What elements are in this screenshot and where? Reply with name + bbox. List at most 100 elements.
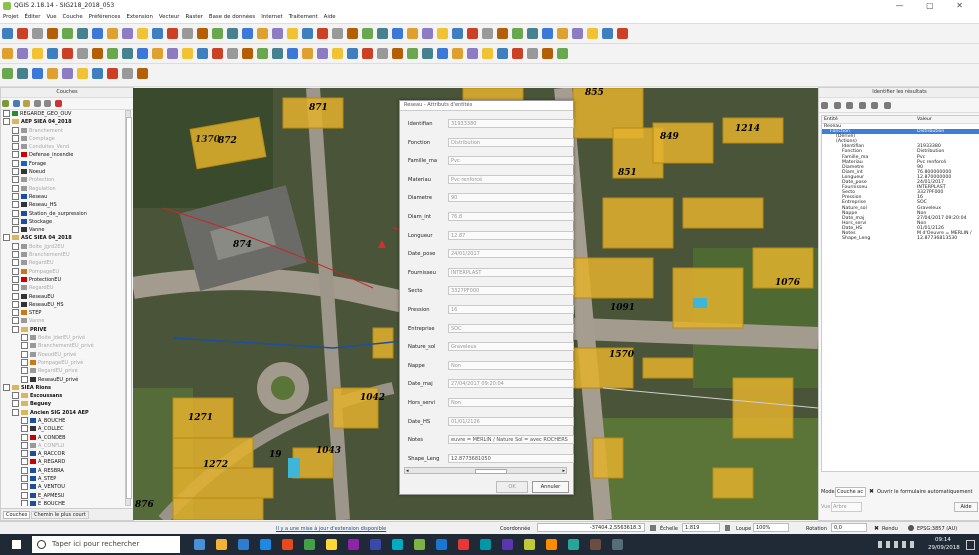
filter-legend-icon[interactable] <box>23 100 31 107</box>
tips-icon[interactable] <box>227 48 238 59</box>
layer-item[interactable]: ReseauEU <box>3 292 121 301</box>
layer-item[interactable]: E_BOUCHE <box>3 499 121 506</box>
layer-checkbox[interactable] <box>12 284 19 292</box>
new-project-icon[interactable] <box>2 28 13 39</box>
layer-item[interactable]: Reseau <box>3 192 121 201</box>
table-icon[interactable] <box>497 28 508 39</box>
layer-checkbox[interactable] <box>3 383 10 391</box>
collapse-tree-icon[interactable] <box>833 102 841 109</box>
rotation-field[interactable]: 0,0 <box>831 523 867 532</box>
taskbar-app-icon[interactable] <box>413 539 425 550</box>
open-icon[interactable] <box>17 28 28 39</box>
taskbar-app-icon[interactable] <box>281 539 293 550</box>
sum-icon[interactable] <box>512 28 523 39</box>
refresh-icon[interactable] <box>137 68 148 79</box>
menu-item[interactable]: Éditer <box>21 12 43 20</box>
save-icon[interactable] <box>332 48 343 59</box>
layer-checkbox[interactable] <box>12 159 19 167</box>
layers-scrollbar[interactable] <box>125 110 132 506</box>
layer-item[interactable]: Vanne <box>3 317 121 325</box>
label-icon[interactable] <box>257 28 268 39</box>
menu-item[interactable]: Extension <box>123 12 155 20</box>
taskbar-app-icon[interactable] <box>589 539 601 550</box>
layer-checkbox[interactable] <box>21 342 28 350</box>
taskbar-app-icon[interactable] <box>325 539 337 550</box>
expand-all-icon[interactable] <box>33 100 41 107</box>
layer-checkbox[interactable] <box>12 151 19 159</box>
zoom-out-icon[interactable] <box>407 28 418 39</box>
layer-item[interactable]: A_COLLEC <box>3 425 121 433</box>
attribute-field[interactable]: 16 <box>448 305 574 314</box>
layer-item[interactable]: SIEA Rions <box>3 383 121 392</box>
layer-checkbox[interactable] <box>12 392 19 400</box>
layer-item[interactable]: A_RACCOR <box>3 450 121 458</box>
save-as-icon[interactable] <box>47 48 58 59</box>
identify-icon[interactable] <box>452 48 463 59</box>
layer-checkbox[interactable] <box>12 242 19 250</box>
save-icon[interactable] <box>32 68 43 79</box>
layer-checkbox[interactable] <box>21 334 28 342</box>
layer-checkbox[interactable] <box>21 375 28 383</box>
plugin-update-link[interactable]: Il y a une mise à jour d'extension dispo… <box>276 526 386 532</box>
pan-icon[interactable] <box>77 48 88 59</box>
open-icon[interactable] <box>317 28 328 39</box>
print-icon[interactable] <box>62 48 73 59</box>
sum-icon[interactable] <box>212 48 223 59</box>
pan-icon[interactable] <box>77 28 88 39</box>
layer-item[interactable]: BranchementEU <box>3 251 121 259</box>
taskbar-app-icon[interactable] <box>237 539 249 550</box>
layer-checkbox[interactable] <box>12 192 19 200</box>
table-icon[interactable] <box>197 28 208 39</box>
measure-icon[interactable] <box>482 28 493 39</box>
scroll-right-icon[interactable]: ▸ <box>562 468 565 474</box>
layer-checkbox[interactable] <box>12 275 19 283</box>
layer-checkbox[interactable] <box>21 441 28 449</box>
tab-layers[interactable]: Couches <box>3 511 31 519</box>
annotation-icon[interactable] <box>242 48 253 59</box>
layer-checkbox[interactable] <box>12 209 19 217</box>
attribute-field[interactable]: Graveleux <box>448 342 574 352</box>
layer-checkbox[interactable] <box>3 234 10 242</box>
layer-checkbox[interactable] <box>12 300 19 308</box>
save-as-icon[interactable] <box>47 28 58 39</box>
attribute-field[interactable]: 12.8773681050 <box>448 453 574 463</box>
menu-item[interactable]: Internet <box>258 12 285 20</box>
save-icon[interactable] <box>332 28 343 39</box>
layer-item[interactable]: E_APMESU <box>3 491 121 500</box>
zoom-full-icon[interactable] <box>122 68 133 79</box>
layer-tree[interactable]: REGARDE_GEO_OUV AEP SIEA 04_2018 Brancheme… <box>3 110 121 506</box>
layer-checkbox[interactable] <box>12 217 19 225</box>
layer-item[interactable]: Forage <box>3 159 121 168</box>
refresh-icon[interactable] <box>437 48 448 59</box>
window-controls[interactable]: — ▢ ✕ <box>896 1 973 10</box>
layer-checkbox[interactable] <box>3 110 10 117</box>
digitize-icon[interactable] <box>287 28 298 39</box>
layer-item[interactable]: Protection <box>3 176 121 184</box>
windows-start-icon[interactable] <box>12 540 21 549</box>
taskbar-app-icon[interactable] <box>457 539 469 550</box>
print-icon[interactable] <box>883 102 891 109</box>
zoom-full-icon[interactable] <box>122 28 133 39</box>
layer-checkbox[interactable] <box>21 367 28 375</box>
taskbar-app-icon[interactable] <box>193 539 205 550</box>
layer-checkbox[interactable] <box>21 358 28 366</box>
attribute-field[interactable]: 31933380 <box>448 119 574 128</box>
refresh-icon[interactable] <box>437 28 448 39</box>
layer-item[interactable]: Boite_jderEU_privé <box>3 334 121 342</box>
select-icon[interactable] <box>167 28 178 39</box>
layer-checkbox[interactable] <box>12 184 19 192</box>
save-icon[interactable] <box>32 28 43 39</box>
render-checkbox[interactable]: ✖ <box>874 525 879 532</box>
layer-item[interactable]: AEP SIEA 04_2018 <box>3 118 121 126</box>
layer-item[interactable]: PRIVE <box>3 325 121 334</box>
zoom-in-icon[interactable] <box>92 68 103 79</box>
layer-item[interactable]: RegardEU_privé <box>3 367 121 375</box>
taskbar-app-icon[interactable] <box>347 539 359 550</box>
taskbar-app-icon[interactable] <box>567 539 579 550</box>
taskbar-app-icon[interactable] <box>259 539 271 550</box>
save-as-icon[interactable] <box>347 28 358 39</box>
scroll-thumb[interactable] <box>475 469 507 474</box>
layer-checkbox[interactable] <box>12 267 19 275</box>
layer-checkbox[interactable] <box>21 350 28 358</box>
layer-checkbox[interactable] <box>21 475 28 483</box>
